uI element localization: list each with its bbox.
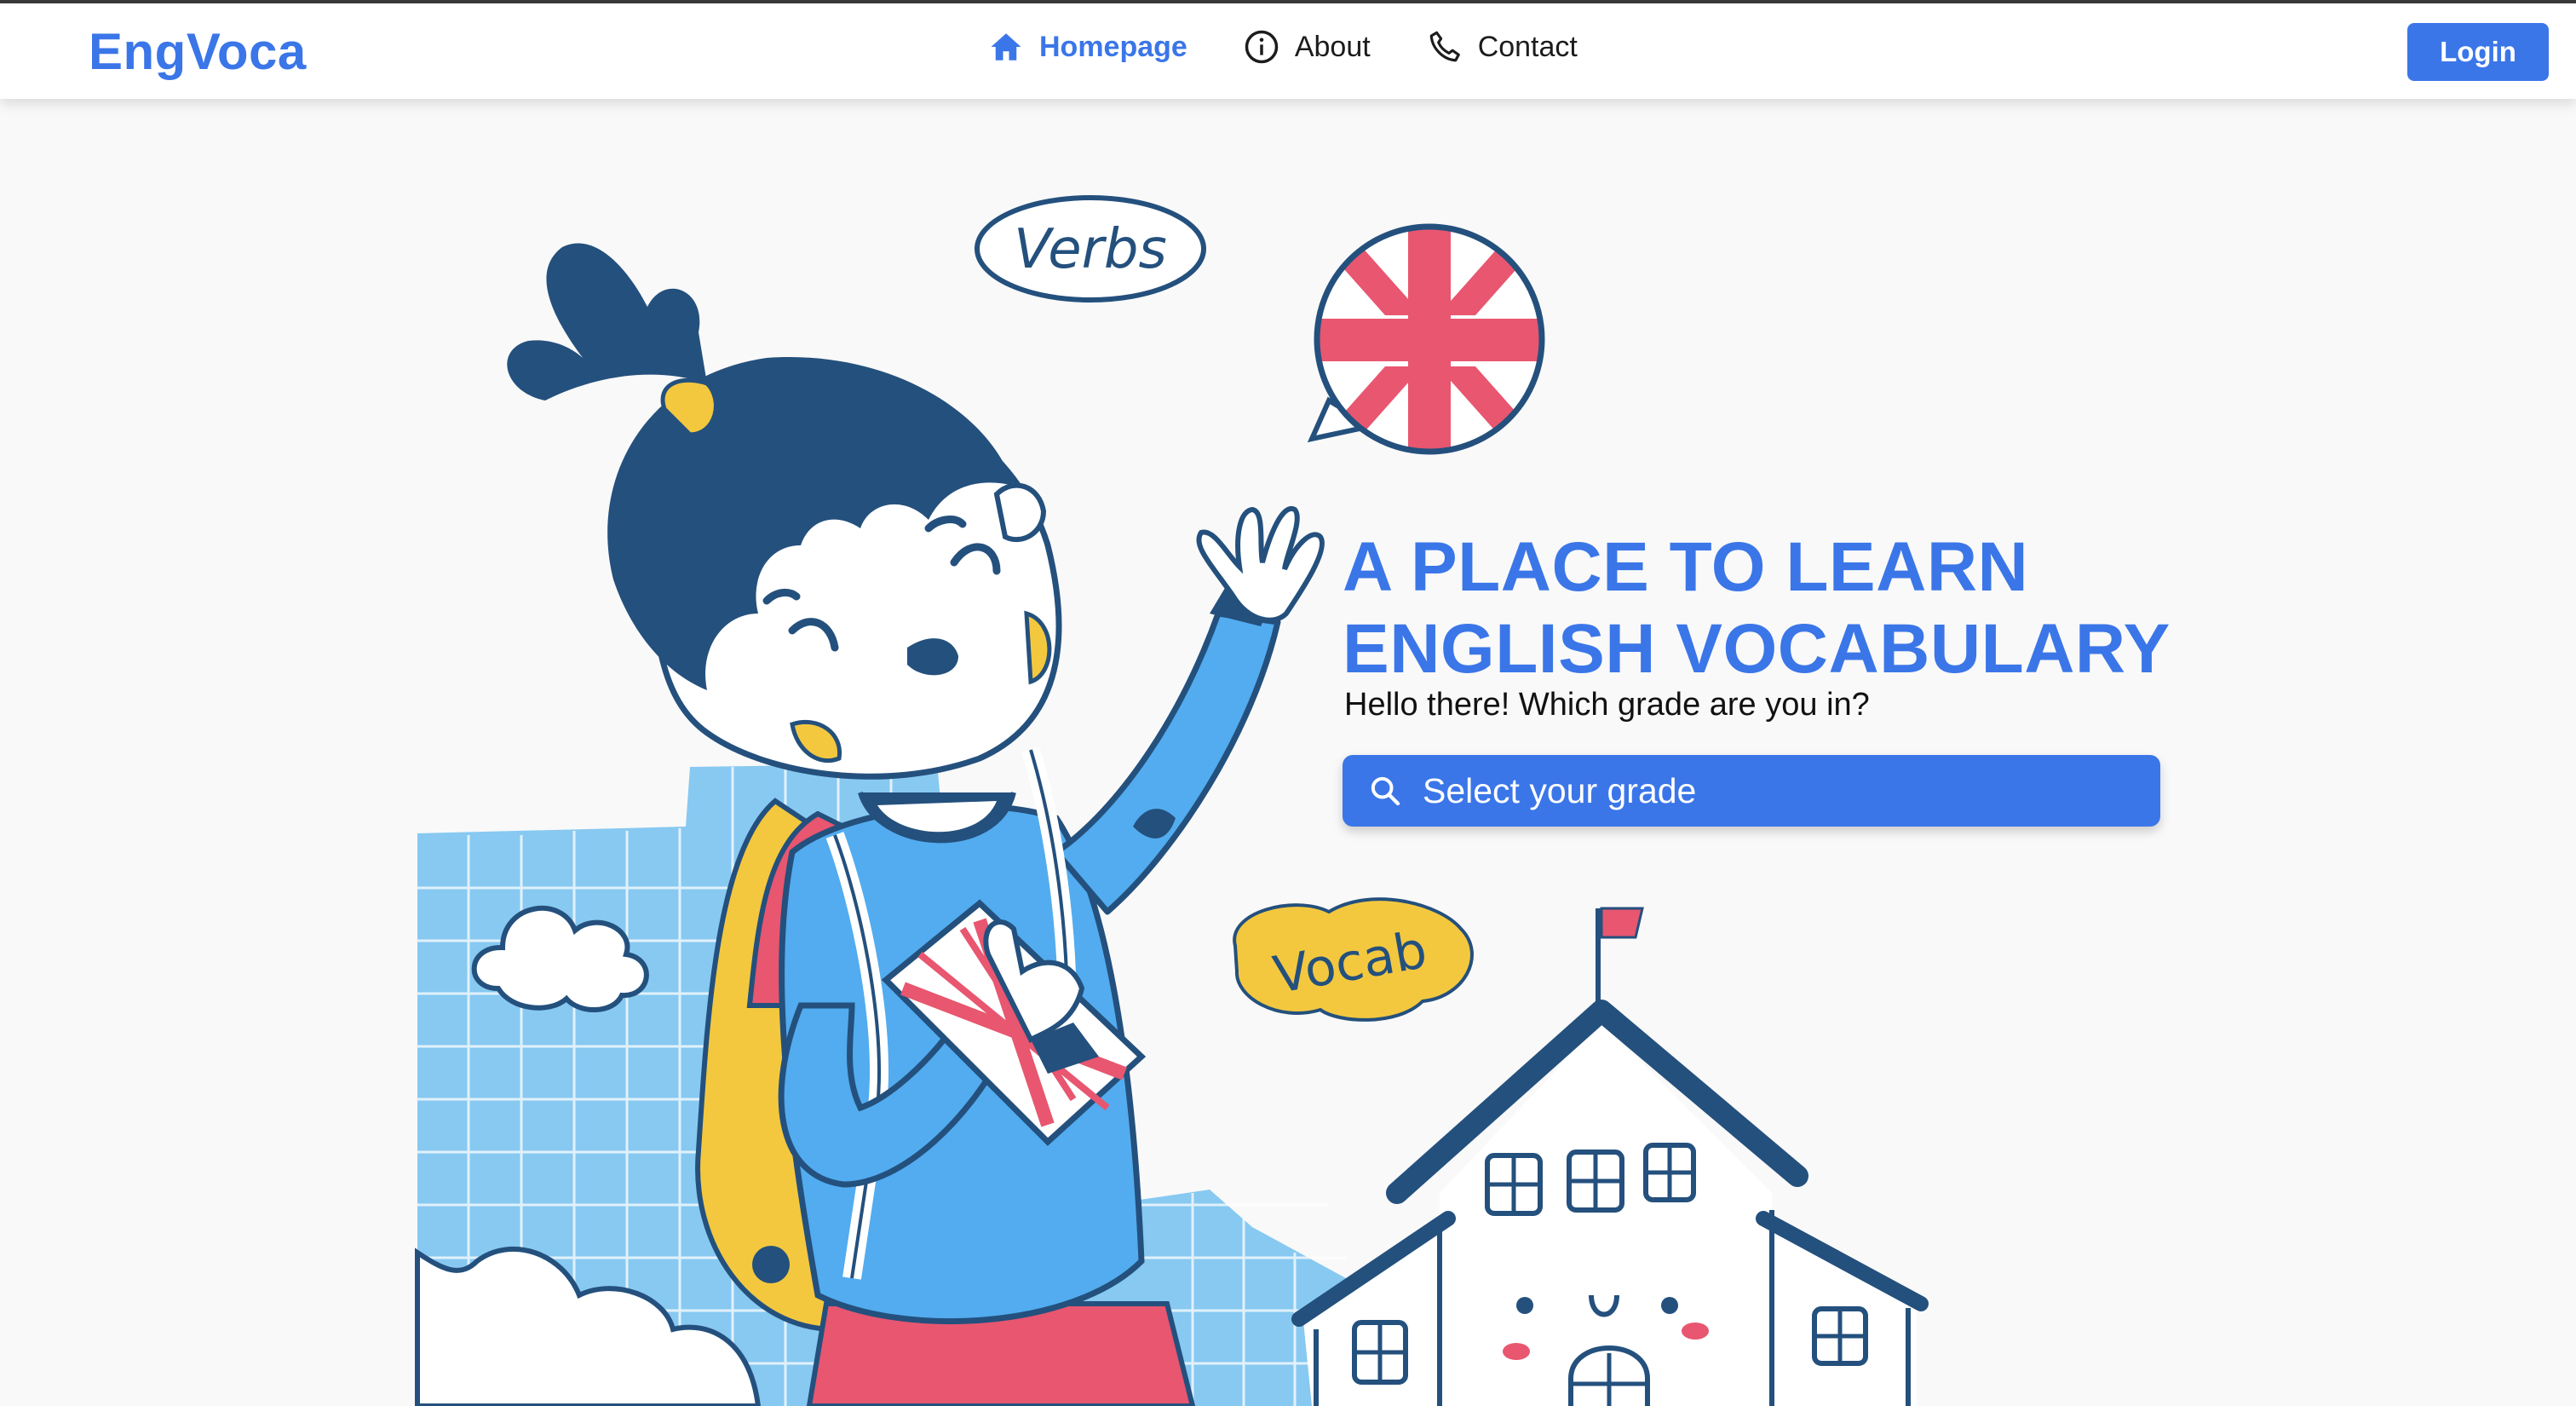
phone-icon <box>1429 31 1460 62</box>
hero-title: A PLACE TO LEARN ENGLISH VOCABULARY <box>1343 527 2194 690</box>
login-button[interactable]: Login <box>2407 23 2549 81</box>
home-icon <box>991 33 1021 61</box>
nav-item-label: Homepage <box>1039 30 1187 63</box>
verbs-bubble: Verbs <box>975 195 1206 303</box>
nav-item-label: Contact <box>1477 30 1578 63</box>
hero-title-line-2: ENGLISH VOCABULARY <box>1343 610 2171 688</box>
nav-item-about[interactable]: About <box>1244 29 1371 65</box>
select-grade-button[interactable]: Select your grade <box>1343 755 2160 827</box>
search-icon <box>1371 776 1400 806</box>
hero-illustration: Verbs Vocab <box>415 195 1929 1406</box>
hero-subtitle: Hello there! Which grade are you in? <box>1344 687 1870 723</box>
vocab-bubble: Vocab <box>1233 897 1474 1022</box>
nav-item-homepage[interactable]: Homepage <box>988 29 1187 65</box>
nav-item-contact[interactable]: Contact <box>1427 29 1578 65</box>
verbs-bubble-text: Verbs <box>1014 218 1167 281</box>
nav-item-label: About <box>1294 30 1371 63</box>
hero-title-line-1: A PLACE TO LEARN <box>1343 528 2029 606</box>
select-grade-label: Select your grade <box>1423 770 1697 810</box>
info-icon <box>1245 30 1279 64</box>
navbar: EngVoca Homepage About Contact Login <box>0 3 2576 99</box>
brand-logo[interactable]: EngVoca <box>89 22 307 81</box>
main-nav: Homepage About Contact <box>988 29 1634 65</box>
uk-flag-bubble <box>1307 223 1545 455</box>
